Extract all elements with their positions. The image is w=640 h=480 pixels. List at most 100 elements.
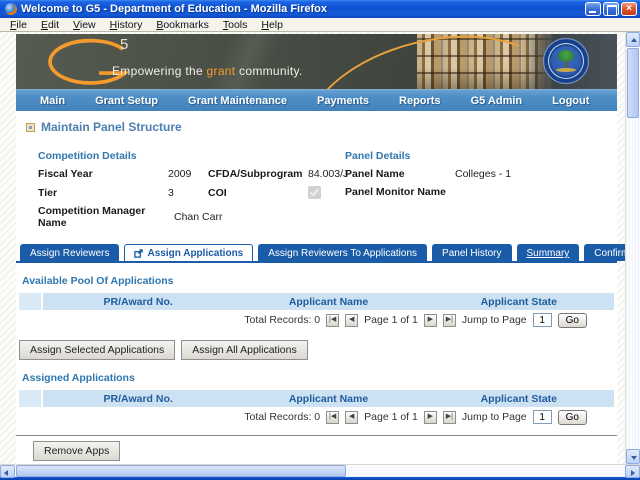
select-column-header bbox=[19, 390, 43, 407]
horizontal-scrollbar[interactable] bbox=[0, 464, 640, 477]
nav-payments[interactable]: Payments bbox=[317, 95, 369, 107]
jump-to-page-input[interactable] bbox=[533, 313, 552, 327]
scroll-up-button[interactable] bbox=[626, 32, 640, 47]
scroll-left-icon bbox=[4, 470, 8, 476]
panel-details-section: Panel Details Panel Name Colleges - 1 Pa… bbox=[345, 150, 511, 198]
last-page-button[interactable]: ▶| bbox=[443, 314, 456, 327]
menu-edit[interactable]: Edit bbox=[35, 19, 65, 31]
tab-confirmation[interactable]: Confirmation bbox=[584, 244, 625, 261]
tab-summary[interactable]: Summary bbox=[517, 244, 580, 261]
menu-bookmarks[interactable]: Bookmarks bbox=[150, 19, 215, 31]
nav-grant-setup[interactable]: Grant Setup bbox=[95, 95, 158, 107]
jump-to-page-label: Jump to Page bbox=[462, 314, 527, 326]
first-page-button[interactable]: |◀ bbox=[326, 411, 339, 424]
jump-to-page-input[interactable] bbox=[533, 410, 552, 424]
assigned-applications-heading: Assigned Applications bbox=[22, 372, 617, 384]
panel-name-value: Colleges - 1 bbox=[455, 168, 511, 180]
previous-page-button[interactable]: ◀ bbox=[345, 411, 358, 424]
assign-selected-applications-button[interactable]: Assign Selected Applications bbox=[19, 340, 175, 360]
tab-panel-history[interactable]: Panel History bbox=[432, 244, 511, 261]
page-indicator: Page 1 of 1 bbox=[364, 314, 418, 326]
select-column-header bbox=[19, 293, 43, 310]
panel-details-heading: Panel Details bbox=[345, 150, 511, 162]
competition-details-section: Competition Details Fiscal Year 2009 CFD… bbox=[38, 150, 617, 229]
cfda-subprogram-value: 84.003/J bbox=[308, 168, 348, 180]
panel-name-label: Panel Name bbox=[345, 168, 455, 180]
jump-to-page-label: Jump to Page bbox=[462, 411, 527, 423]
tab-assign-applications[interactable]: Assign Applications bbox=[124, 244, 253, 261]
scroll-up-icon bbox=[631, 38, 637, 42]
next-page-button[interactable]: ▶ bbox=[424, 411, 437, 424]
nav-grant-maintenance[interactable]: Grant Maintenance bbox=[188, 95, 287, 107]
banner: 5 Empowering the grant community. bbox=[16, 34, 617, 89]
nav-g5-admin[interactable]: G5 Admin bbox=[471, 95, 523, 107]
section-divider bbox=[16, 435, 617, 436]
applicant-name-column-header: Applicant Name bbox=[233, 293, 423, 310]
available-pool-section: Available Pool Of Applications PR/Award … bbox=[16, 275, 617, 330]
competition-manager-value: Chan Carr bbox=[174, 211, 222, 223]
scroll-left-button[interactable] bbox=[0, 465, 15, 478]
fiscal-year-value: 2009 bbox=[168, 168, 208, 180]
maximize-button[interactable] bbox=[603, 2, 619, 16]
menu-tools[interactable]: Tools bbox=[217, 19, 254, 31]
go-button[interactable]: Go bbox=[558, 410, 587, 425]
first-page-button[interactable]: |◀ bbox=[326, 314, 339, 327]
close-button[interactable]: × bbox=[621, 2, 637, 16]
fiscal-year-row: Fiscal Year 2009 CFDA/Subprogram 84.003/… bbox=[38, 168, 617, 180]
applicant-state-column-header: Applicant State bbox=[424, 390, 614, 407]
applicant-state-column-header: Applicant State bbox=[424, 293, 614, 310]
go-button[interactable]: Go bbox=[558, 313, 587, 328]
last-page-button[interactable]: ▶| bbox=[443, 411, 456, 424]
g5-logo-number: 5 bbox=[120, 36, 128, 53]
panel-monitor-row: Panel Monitor Name bbox=[345, 186, 511, 198]
tier-value: 3 bbox=[168, 187, 208, 199]
cfda-subprogram-label: CFDA/Subprogram bbox=[208, 168, 308, 180]
menu-view[interactable]: View bbox=[67, 19, 102, 31]
total-records-label: Total Records: bbox=[244, 314, 311, 326]
menu-help[interactable]: Help bbox=[255, 19, 289, 31]
firefox-icon bbox=[5, 3, 17, 15]
assign-all-applications-button[interactable]: Assign All Applications bbox=[181, 340, 307, 360]
menu-file[interactable]: File bbox=[4, 19, 33, 31]
vertical-scrollbar[interactable] bbox=[625, 32, 640, 464]
coi-checkbox bbox=[308, 186, 321, 199]
nav-main[interactable]: Main bbox=[40, 95, 65, 107]
assigned-applications-table-header: PR/Award No. Applicant Name Applicant St… bbox=[19, 390, 614, 407]
competition-manager-label: Competition Manager Name bbox=[38, 205, 174, 229]
total-records-label: Total Records: bbox=[244, 411, 311, 423]
tab-bar: Assign Reviewers Assign Applications Ass… bbox=[16, 244, 617, 263]
total-records-value: 0 bbox=[314, 314, 320, 326]
pr-award-column-header: PR/Award No. bbox=[43, 390, 233, 407]
banner-tagline: Empowering the grant community. bbox=[112, 64, 303, 78]
assigned-applications-pagination: Total Records: 0 |◀ ◀ Page 1 of 1 ▶ ▶| J… bbox=[16, 407, 587, 427]
department-of-education-seal bbox=[543, 38, 589, 84]
tagline-grant-word: grant bbox=[207, 64, 236, 78]
scroll-down-button[interactable] bbox=[626, 449, 640, 464]
nav-logout[interactable]: Logout bbox=[552, 95, 589, 107]
minimize-button[interactable] bbox=[585, 2, 601, 16]
competition-manager-row: Competition Manager Name Chan Carr bbox=[38, 205, 617, 229]
tab-assign-reviewers[interactable]: Assign Reviewers bbox=[20, 244, 119, 261]
page-title-bullet-icon bbox=[26, 123, 35, 132]
remove-apps-button[interactable]: Remove Apps bbox=[33, 441, 120, 461]
next-page-button[interactable]: ▶ bbox=[424, 314, 437, 327]
tier-row: Tier 3 COI bbox=[38, 186, 617, 199]
available-pool-table-header: PR/Award No. Applicant Name Applicant St… bbox=[19, 293, 614, 310]
assign-applications-tab-icon bbox=[134, 249, 143, 258]
fiscal-year-label: Fiscal Year bbox=[38, 168, 168, 180]
nav-reports[interactable]: Reports bbox=[399, 95, 441, 107]
previous-page-button[interactable]: ◀ bbox=[345, 314, 358, 327]
main-nav: Main Grant Setup Grant Maintenance Payme… bbox=[16, 89, 617, 111]
page-background: 5 Empowering the grant community. Main G… bbox=[0, 32, 625, 464]
available-pool-pagination: Total Records: 0 |◀ ◀ Page 1 of 1 ▶ ▶| J… bbox=[16, 310, 587, 330]
tab-assign-reviewers-to-applications[interactable]: Assign Reviewers To Applications bbox=[258, 244, 427, 261]
panel-monitor-name-label: Panel Monitor Name bbox=[345, 186, 455, 198]
horizontal-scroll-thumb[interactable] bbox=[16, 465, 346, 477]
vertical-scroll-thumb[interactable] bbox=[627, 48, 639, 118]
browser-window: Welcome to G5 - Department of Education … bbox=[0, 0, 640, 480]
scroll-right-button[interactable] bbox=[625, 465, 640, 478]
panel-name-row: Panel Name Colleges - 1 bbox=[345, 168, 511, 180]
total-records-value: 0 bbox=[314, 411, 320, 423]
menu-bar: File Edit View History Bookmarks Tools H… bbox=[0, 18, 640, 32]
menu-history[interactable]: History bbox=[104, 19, 149, 31]
